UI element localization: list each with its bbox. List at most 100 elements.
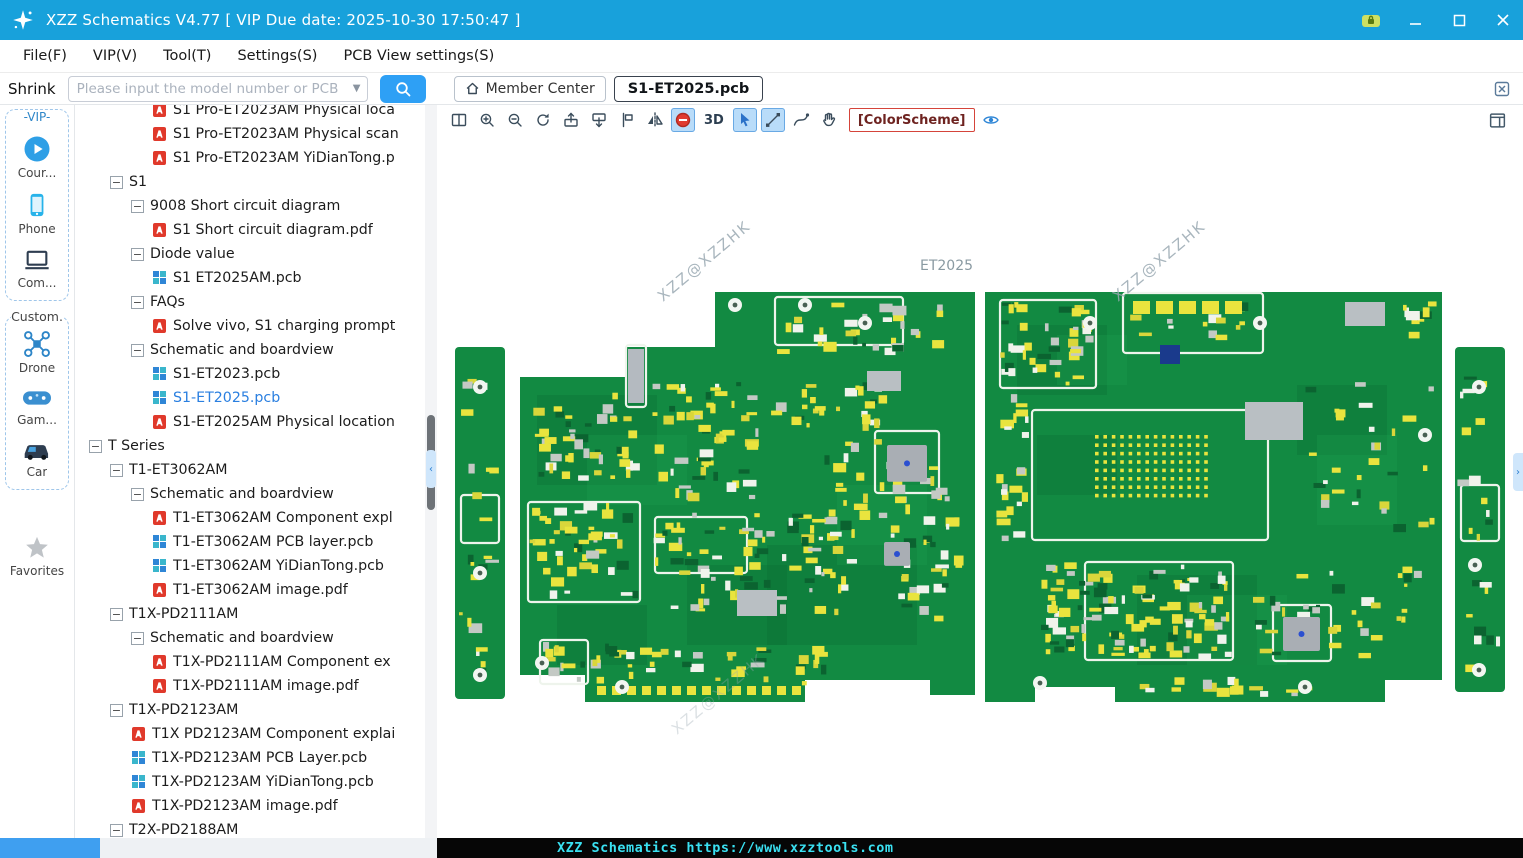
sidebar-item-favorites[interactable]: Favorites	[5, 534, 69, 578]
menu-tool[interactable]: Tool(T)	[150, 40, 224, 72]
tree-item-pcb[interactable]: T1-ET3062AM YiDianTong.pcb	[75, 554, 425, 578]
export-top-layer-icon	[564, 112, 578, 127]
license-key-icon[interactable]	[1361, 10, 1381, 30]
zoom-in-button[interactable]	[475, 108, 499, 132]
tree-item-pcb[interactable]: T1X-PD2123AM PCB Layer.pcb	[75, 746, 425, 770]
diode-mode-icon	[675, 112, 691, 128]
tree-item-pdf[interactable]: S1 Pro-ET2023AM YiDianTong.p	[75, 146, 425, 170]
tree-item-branch[interactable]: − Schematic and boardview	[75, 482, 425, 506]
mirror-horizontal-button[interactable]	[643, 108, 667, 132]
tree-item-label: T1X-PD2123AM	[129, 702, 239, 718]
tree-hscrollbar[interactable]	[0, 838, 437, 858]
status-text: XZZ Schematics https://www.xzztools.com	[557, 840, 894, 856]
close-button[interactable]	[1493, 10, 1513, 30]
layers-panel-icon[interactable]	[1488, 111, 1507, 130]
tree-item-pdf[interactable]: T1X PD2123AM Component explai	[75, 722, 425, 746]
tree-item-branch[interactable]: − T Series	[75, 434, 425, 458]
sidebar-item-car[interactable]: Car	[8, 437, 66, 479]
tree-item-branch[interactable]: − Schematic and boardview	[75, 626, 425, 650]
flip-vertical-button[interactable]	[615, 108, 639, 132]
collapse-toggle-icon[interactable]: −	[131, 199, 144, 213]
sidebar-item-computer[interactable]: Com...	[8, 246, 66, 290]
pan-hand-button[interactable]	[817, 108, 841, 132]
collapse-tree-handle[interactable]: ‹	[426, 450, 436, 488]
tree-item-pdf[interactable]: T1-ET3062AM Component expl	[75, 506, 425, 530]
vip-sidebar: -VIP- Cour... Phone Com... Custom. Drone…	[0, 105, 75, 838]
sidebar-item-games[interactable]: Gam...	[8, 385, 66, 427]
collapse-toggle-icon[interactable]: −	[110, 607, 123, 621]
tree-item-pdf[interactable]: S1 Pro-ET2023AM Physical scan	[75, 122, 425, 146]
tree-item-branch[interactable]: − Diode value	[75, 242, 425, 266]
collapse-toggle-icon[interactable]: −	[89, 439, 102, 453]
sidebar-item-phone[interactable]: Phone	[8, 190, 66, 236]
collapse-toggle-icon[interactable]: −	[131, 343, 144, 357]
expand-panel-handle[interactable]: ›	[1513, 453, 1523, 491]
model-search-combobox[interactable]: ▼	[67, 75, 368, 102]
tree-item-branch[interactable]: − S1	[75, 170, 425, 194]
tree-item-branch[interactable]: − T1-ET3062AM	[75, 458, 425, 482]
tree-item-pdf[interactable]: S1-ET2025AM Physical location	[75, 410, 425, 434]
minimize-button[interactable]	[1405, 10, 1425, 30]
collapse-toggle-icon[interactable]: −	[110, 703, 123, 717]
tree-item-pdf[interactable]: Solve vivo, S1 charging prompt	[75, 314, 425, 338]
tree-item-pdf[interactable]: T1X-PD2111AM image.pdf	[75, 674, 425, 698]
tree-item-label: Schematic and boardview	[150, 630, 334, 646]
colorscheme-button[interactable]: [ColorScheme]	[848, 108, 975, 132]
menu-vip[interactable]: VIP(V)	[80, 40, 150, 72]
sidebar-item-label: Cour...	[17, 166, 57, 180]
collapse-toggle-icon[interactable]: −	[110, 463, 123, 477]
collapse-toggle-icon[interactable]: −	[131, 631, 144, 645]
export-top-layer-button[interactable]	[559, 108, 583, 132]
collapse-toggle-icon[interactable]: −	[131, 247, 144, 261]
tree-hscrollbar-thumb[interactable]	[0, 838, 100, 858]
layer-eye-button[interactable]	[979, 108, 1003, 132]
chevron-down-icon[interactable]: ▼	[347, 83, 367, 94]
collapse-toggle-icon[interactable]: −	[110, 823, 123, 837]
tree-item-pcb[interactable]: S1 ET2025AM.pcb	[75, 266, 425, 290]
threed-button[interactable]: 3D	[699, 108, 729, 132]
tab-s1-et2025-pcb[interactable]: S1-ET2025.pcb	[613, 75, 764, 102]
select-cursor-button[interactable]	[732, 108, 757, 132]
zoom-out-button[interactable]	[503, 108, 527, 132]
search-input[interactable]	[68, 80, 347, 97]
tree-item-pdf[interactable]: T1X-PD2123AM image.pdf	[75, 794, 425, 818]
maximize-button[interactable]	[1449, 10, 1469, 30]
pcb-canvas[interactable]: XZZ@XZZHK XZZ@XZZHK XZZ@XZZHK ET2025 ›	[437, 135, 1523, 838]
tree-item-branch[interactable]: − FAQs	[75, 290, 425, 314]
measure-button[interactable]	[760, 108, 785, 132]
tree-item-pdf[interactable]: T1-ET3062AM image.pdf	[75, 578, 425, 602]
close-panel-icon[interactable]	[1493, 80, 1511, 98]
search-button[interactable]	[379, 74, 426, 103]
pcb-board-svg: XZZ@XZZHK XZZ@XZZHKXZZ@XZZHKET2025	[455, 217, 1505, 738]
tree-item-branch[interactable]: − T2X-PD2188AM	[75, 818, 425, 838]
tree-scrollbar[interactable]: ‹	[425, 105, 437, 838]
menu-file[interactable]: File(F)	[10, 40, 80, 72]
collapse-toggle-icon[interactable]: −	[131, 487, 144, 501]
tree-item-pdf[interactable]: S1 Short circuit diagram.pdf	[75, 218, 425, 242]
curve-tool-button[interactable]	[789, 108, 813, 132]
tree-item-pcb[interactable]: T1X-PD2123AM YiDianTong.pcb	[75, 770, 425, 794]
collapse-toggle-icon[interactable]: −	[131, 295, 144, 309]
tree-item-branch[interactable]: − T1X-PD2111AM	[75, 602, 425, 626]
tree-item-pcb[interactable]: S1-ET2023.pcb	[75, 362, 425, 386]
export-bottom-layer-button[interactable]	[587, 108, 611, 132]
member-center-button[interactable]: Member Center	[453, 75, 606, 102]
tree-item-branch[interactable]: −9008 Short circuit diagram	[75, 194, 425, 218]
tree-item-pcb[interactable]: T1-ET3062AM PCB layer.pcb	[75, 530, 425, 554]
rotate-view-button[interactable]	[531, 108, 555, 132]
sidebar-item-drone[interactable]: Drone	[8, 329, 66, 375]
tree-item-pdf[interactable]: S1 Pro-ET2023AM Physical loca	[75, 105, 425, 122]
tree-item-pdf[interactable]: T1X-PD2111AM Component ex	[75, 650, 425, 674]
collapse-toggle-icon[interactable]: −	[110, 175, 123, 189]
shrink-button[interactable]: Shrink	[8, 80, 56, 98]
menu-pcb-view-settings[interactable]: PCB View settings(S)	[330, 40, 507, 72]
pdf-file-icon	[131, 798, 146, 814]
menu-settings[interactable]: Settings(S)	[224, 40, 330, 72]
tree-item-branch[interactable]: − Schematic and boardview	[75, 338, 425, 362]
sidebar-item-courses[interactable]: Cour...	[8, 134, 66, 180]
diode-mode-button[interactable]	[671, 108, 695, 132]
split-view-button[interactable]	[447, 108, 471, 132]
tree-item-pcb[interactable]: S1-ET2025.pcb	[75, 386, 425, 410]
tree-item-label: T1-ET3062AM image.pdf	[173, 582, 348, 598]
tree-item-branch[interactable]: − T1X-PD2123AM	[75, 698, 425, 722]
